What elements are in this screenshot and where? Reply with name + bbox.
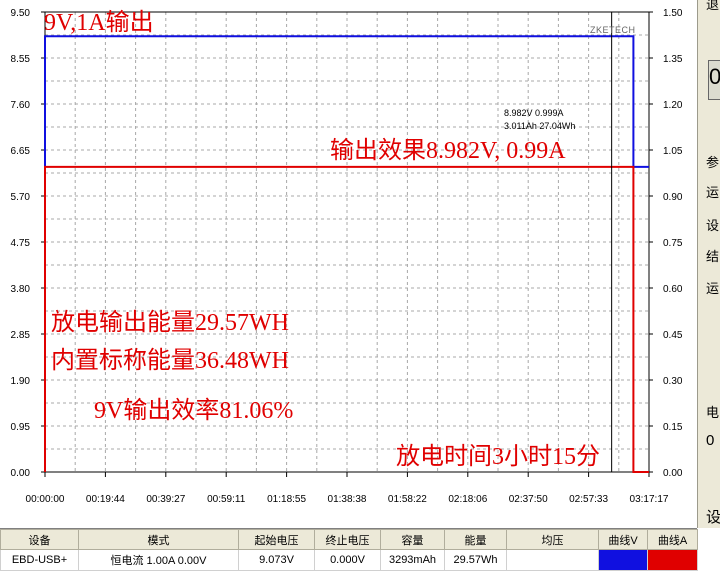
column-header[interactable]: 均压 (506, 529, 599, 550)
left-y-tick-label: 1.90 (11, 376, 31, 387)
right-panel-char[interactable]: 运 (706, 278, 719, 297)
right-y-tick-label: 0.30 (663, 376, 683, 387)
annotation-rated-energy: 内置标称能量36.48WH (51, 347, 289, 374)
x-tick-label: 00:59:11 (207, 494, 246, 505)
right-panel-char: 电 (706, 405, 720, 420)
right-y-tick-label: 0.15 (663, 422, 683, 433)
x-tick-label: 02:37:50 (509, 494, 548, 505)
right-y-tick-label: 0.90 (663, 192, 683, 203)
right-panel-char[interactable]: 设 (706, 506, 720, 527)
left-y-tick-label: 9.50 (11, 8, 31, 19)
x-tick-label: 01:18:55 (267, 494, 306, 505)
right-panel-char[interactable]: 退 (706, 0, 719, 13)
annotation-title: 9V,1A输出 (44, 9, 154, 36)
watermark: ZKETECH (590, 25, 636, 35)
right-y-tick-label: 1.20 (663, 100, 683, 111)
x-tick-label: 00:19:44 (86, 494, 125, 505)
right-y-tick-label: 0.60 (663, 284, 683, 295)
column-header[interactable]: 终止电压 (314, 529, 381, 550)
x-tick-label: 00:39:27 (146, 494, 185, 505)
discharge-chart: 00:00:00 00:19:44 00:39:27 00:59:11 01:18:55… (0, 0, 697, 528)
x-tick-label: 02:18:06 (448, 494, 487, 505)
cell-capacity: 3293mAh (380, 549, 445, 571)
annotation-discharge-time: 放电时间3小时15分 (396, 443, 600, 470)
cell-mode: 恒电流 1.00A 0.00V (78, 549, 239, 571)
annotation-discharge-energy: 放电输出能量29.57WH (51, 309, 289, 336)
cursor-readout-line-2: 3.011Ah 27.04Wh (504, 121, 575, 131)
curve-v-swatch[interactable] (598, 549, 648, 571)
left-y-tick-label: 5.70 (11, 192, 31, 203)
column-header[interactable]: 容量 (380, 529, 445, 550)
left-y-tick-label: 7.60 (11, 100, 31, 111)
right-y-tick-label: 0.75 (663, 238, 683, 249)
cell-energy: 29.57Wh (444, 549, 507, 571)
right-y-tick-label: 1.50 (663, 8, 683, 19)
column-header[interactable]: 曲线V (598, 529, 648, 550)
x-tick-label: 02:57:33 (569, 494, 608, 505)
left-y-tick-label: 0.00 (11, 468, 31, 479)
x-tick-label: 01:38:38 (328, 494, 367, 505)
column-header[interactable]: 能量 (444, 529, 507, 550)
left-y-tick-label: 2.85 (11, 330, 31, 341)
right-panel-char: 0 (709, 64, 720, 90)
right-panel-char: 参 (706, 155, 720, 170)
cell-device: EBD-USB+ (0, 549, 79, 571)
summary-table-area: 设备 模式 起始电压 终止电压 容量 能量 均压 曲线V 曲线A EBD-USB… (0, 528, 698, 577)
column-header[interactable]: 起始电压 (238, 529, 315, 550)
left-y-tick-label: 6.65 (11, 146, 31, 157)
x-tick-label: 01:58:22 (388, 494, 427, 505)
right-y-tick-label: 1.35 (663, 54, 683, 65)
x-tick-label: 00:00:00 (26, 494, 65, 505)
left-y-tick-label: 3.80 (11, 284, 31, 295)
annotation-output-effect: 输出效果8.982V, 0.99A (330, 137, 566, 164)
curve-a-swatch[interactable] (647, 549, 698, 571)
right-y-tick-label: 0.00 (663, 468, 683, 479)
left-y-tick-label: 4.75 (11, 238, 31, 249)
right-side-panel: 退 0 参 运 设 结 运 电 0 设 (697, 0, 720, 528)
right-y-tick-label: 1.05 (663, 146, 683, 157)
cell-avg-voltage (506, 549, 599, 571)
right-panel-char[interactable]: 设 (706, 215, 719, 234)
table-header-row: 设备 模式 起始电压 终止电压 容量 能量 均压 曲线V 曲线A (0, 529, 698, 550)
summary-table: 设备 模式 起始电压 终止电压 容量 能量 均压 曲线V 曲线A EBD-USB… (0, 529, 698, 571)
right-y-tick-label: 0.45 (663, 330, 683, 341)
left-y-tick-label: 8.55 (11, 54, 31, 65)
left-y-tick-label: 0.95 (11, 422, 31, 433)
cell-end-voltage: 0.000V (314, 549, 381, 571)
right-panel-char: 0 (706, 432, 715, 449)
column-header[interactable]: 曲线A (647, 529, 698, 550)
cell-start-voltage: 9.073V (238, 549, 315, 571)
right-panel-char[interactable]: 运 (706, 182, 719, 201)
column-header[interactable]: 设备 (0, 529, 79, 550)
right-panel-char[interactable]: 结 (706, 246, 719, 265)
x-tick-label: 03:17:17 (630, 494, 669, 505)
annotation-efficiency: 9V输出效率81.06% (94, 397, 293, 424)
column-header[interactable]: 模式 (78, 529, 239, 550)
table-row[interactable]: EBD-USB+ 恒电流 1.00A 0.00V 9.073V 0.000V 3… (0, 549, 698, 571)
cursor-readout-line-1: 8.982V 0.999A (504, 108, 564, 118)
